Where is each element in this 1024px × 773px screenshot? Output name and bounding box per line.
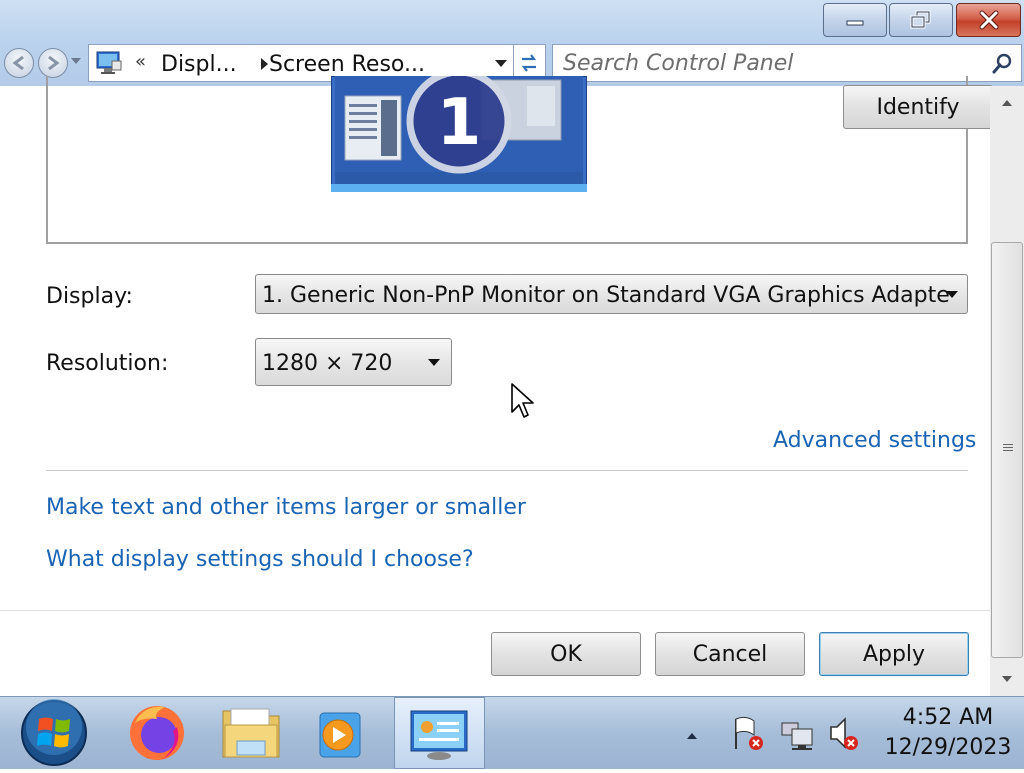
- resolution-select[interactable]: 1280 × 720: [255, 338, 452, 386]
- back-arrow-icon: [12, 55, 24, 71]
- show-hidden-icons-button[interactable]: [680, 697, 702, 769]
- firefox-icon: [130, 706, 184, 760]
- breadcrumb-separator-icon[interactable]: [261, 58, 268, 70]
- start-button[interactable]: [8, 697, 104, 769]
- back-button[interactable]: [4, 48, 34, 78]
- taskbar-file-explorer[interactable]: [207, 697, 295, 769]
- resolution-label: Resolution:: [46, 351, 169, 376]
- scroll-down-icon: [1002, 676, 1012, 682]
- taskbar-control-panel[interactable]: [394, 697, 485, 769]
- vertical-scrollbar[interactable]: [990, 86, 1024, 696]
- media-player-icon: [319, 712, 361, 758]
- start-orb-icon: [21, 699, 87, 766]
- text-size-link[interactable]: Make text and other items larger or smal…: [46, 495, 526, 520]
- chevron-down-icon: [428, 359, 440, 366]
- volume-muted-icon: [830, 717, 858, 750]
- address-history-dropdown[interactable]: [495, 60, 507, 67]
- minimize-button[interactable]: [823, 3, 887, 37]
- monitor-preview-area: 1 Identify: [46, 76, 993, 244]
- close-button[interactable]: [956, 3, 1021, 37]
- action-center-flag-icon: [735, 716, 763, 750]
- taskbar: 4:52 AM 12/29/2023: [0, 696, 1024, 769]
- search-input[interactable]: [563, 50, 973, 76]
- display-select-value: 1. Generic Non-PnP Monitor on Standard V…: [262, 283, 950, 308]
- scroll-up-button[interactable]: [990, 86, 1024, 120]
- ok-button[interactable]: OK: [491, 632, 641, 676]
- forward-button[interactable]: [38, 48, 68, 78]
- recent-pages-dropdown[interactable]: [71, 58, 81, 64]
- breadcrumb-screen-resolution[interactable]: Screen Reso...: [269, 52, 425, 77]
- system-clock[interactable]: 4:52 AM 12/29/2023: [878, 703, 1018, 763]
- monitor-number: 1: [437, 86, 482, 160]
- scroll-down-button[interactable]: [990, 662, 1024, 696]
- resolution-select-value: 1280 × 720: [262, 351, 393, 376]
- identify-button[interactable]: Identify: [843, 85, 993, 129]
- scroll-grip-icon: [1003, 444, 1013, 451]
- control-panel-icon: [410, 710, 468, 760]
- restore-icon: [910, 10, 931, 29]
- search-icon[interactable]: [991, 53, 1013, 75]
- display-help-link[interactable]: What display settings should I choose?: [46, 547, 474, 572]
- chevron-down-icon: [946, 291, 958, 298]
- window-title-bar: « Displ... Screen Reso...: [0, 0, 1024, 86]
- close-icon: [979, 10, 998, 30]
- forward-arrow-icon: [48, 55, 60, 71]
- file-explorer-icon: [222, 708, 280, 758]
- network-icon: [781, 722, 813, 750]
- scrollbar-thumb[interactable]: [991, 242, 1023, 658]
- clock-date: 12/29/2023: [884, 735, 1012, 760]
- action-center-tray[interactable]: [728, 697, 768, 769]
- taskbar-firefox[interactable]: [113, 697, 201, 769]
- network-tray[interactable]: [778, 697, 818, 769]
- taskbar-media-player[interactable]: [296, 697, 384, 769]
- minimize-icon: [846, 20, 864, 26]
- restore-button[interactable]: [889, 3, 953, 37]
- control-panel-icon: [96, 51, 122, 74]
- breadcrumb-display[interactable]: Displ...: [161, 52, 237, 77]
- footer-divider: [0, 610, 990, 611]
- mouse-pointer-icon: [511, 383, 534, 418]
- display-select[interactable]: 1. Generic Non-PnP Monitor on Standard V…: [255, 274, 968, 314]
- apply-button[interactable]: Apply: [819, 632, 969, 676]
- cancel-button[interactable]: Cancel: [655, 632, 805, 676]
- display-label: Display:: [46, 284, 133, 309]
- monitor-1-thumbnail[interactable]: 1: [331, 76, 587, 192]
- show-hidden-icons: [687, 733, 697, 739]
- screen-resolution-panel: 1 Identify Display: 1. Generic Non-PnP M…: [0, 76, 993, 696]
- section-divider: [46, 470, 968, 471]
- clock-time: 4:52 AM: [902, 705, 994, 730]
- advanced-settings-link[interactable]: Advanced settings: [773, 428, 976, 453]
- scroll-up-icon: [1002, 100, 1012, 106]
- volume-tray[interactable]: [826, 697, 866, 769]
- address-overflow-chevron[interactable]: «: [135, 51, 146, 72]
